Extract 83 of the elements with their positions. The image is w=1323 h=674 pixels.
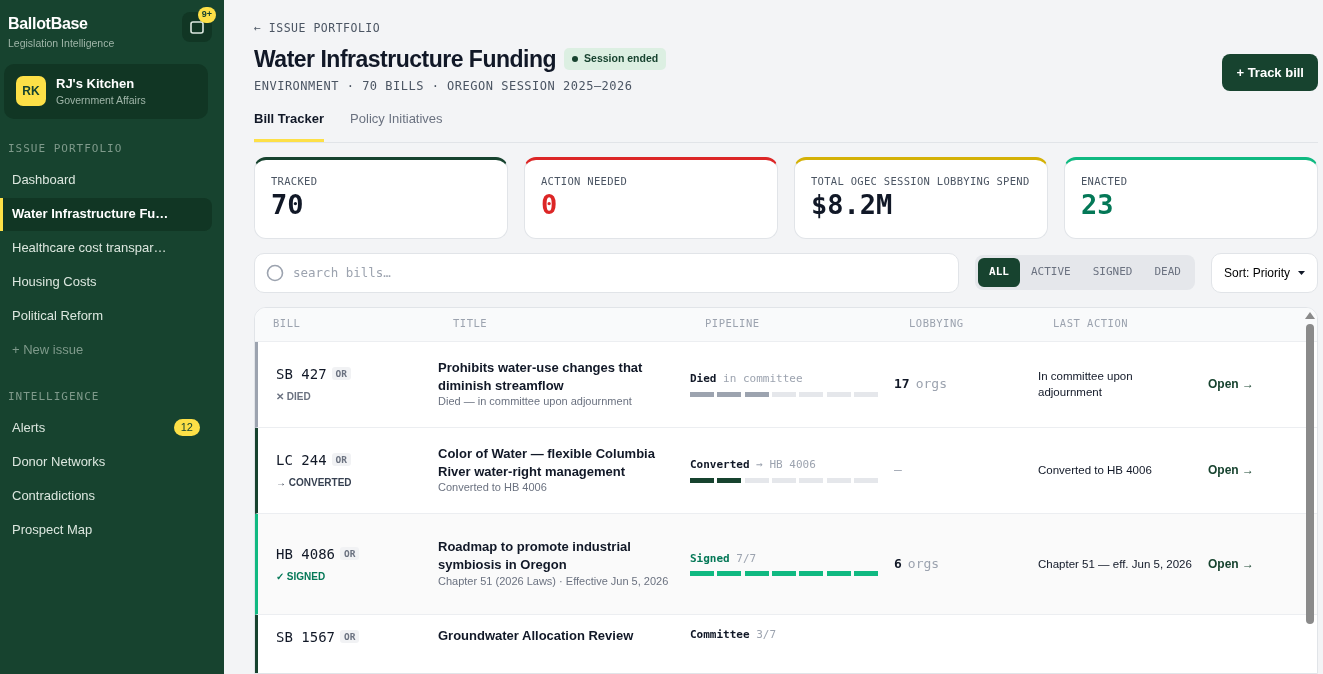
page-title: Water Infrastructure Funding	[254, 45, 557, 74]
status-label: ✓ SIGNED	[275, 569, 327, 584]
open-link[interactable]: Open →	[1208, 557, 1254, 571]
avatar-initials: RK	[16, 76, 46, 107]
bill-title: Groundwater Allocation Review	[438, 626, 635, 645]
bill-number: SB 427 $^{OR}$	[258, 364, 438, 386]
brand-tagline: Legislation Intelligence	[8, 36, 115, 51]
new-issue-link[interactable]: + New issue	[0, 333, 212, 367]
sidebar-item[interactable]: Contradictions	[0, 479, 212, 512]
sidebar-item[interactable]: Political Reform	[0, 299, 212, 333]
sidebar-item[interactable]: Water Infrastructure Fu…	[0, 197, 212, 231]
tab[interactable]: Bill Tracker	[254, 109, 325, 142]
search-icon	[266, 263, 284, 282]
count-badge: 12	[173, 419, 200, 436]
column-header: TITLE	[452, 316, 489, 332]
column-header: PIPELINE	[704, 316, 761, 332]
stat-label: ENACTED	[1081, 173, 1129, 189]
bill-number: LC 244 $^{OR}$	[258, 450, 438, 472]
stat-label: ACTION NEEDED	[541, 173, 629, 189]
pipeline-stage: Committee 3/7	[690, 626, 778, 643]
pipeline-stage: Converted → HB 4006	[690, 457, 817, 474]
sidebar-item[interactable]: Alerts 12	[0, 411, 212, 444]
track-bill-button[interactable]: + Track bill	[1222, 53, 1318, 92]
last-action: In committee upon adjournment	[1038, 369, 1134, 401]
issue-meta: ENVIRONMENT · 70 BILLS · OREGON SESSION 2025–2026	[254, 78, 634, 96]
bill-title: Prohibits water-use changes that diminish streamflow	[438, 359, 644, 395]
tab[interactable]: Policy Initiatives	[350, 109, 443, 142]
column-header: BILL	[272, 316, 302, 332]
bill-subtitle: Converted to HB 4006	[438, 480, 548, 496]
sidebar-item[interactable]: Healthcare cost transpar…	[0, 231, 212, 265]
status-label: → CONVERTED	[275, 476, 353, 491]
bill-subtitle: Died — in committee upon adjournment	[438, 394, 633, 410]
stat-value: $8.2M	[811, 189, 894, 222]
account-card[interactable]: RK RJ's Kitchen Government Affairs	[4, 63, 208, 119]
filter-tab[interactable]: DEAD	[1143, 258, 1192, 287]
square-icon	[189, 19, 205, 35]
last-action: Chapter 51 — eff. Jun 5, 2026	[1038, 556, 1193, 572]
lobbying-count: 17 orgs	[894, 375, 948, 394]
bill-title: Color of Water — flexible Columbia River water-right management	[438, 445, 656, 481]
state-tag: OR	[340, 546, 360, 560]
stat-label: TOTAL OGEC SESSION LOBBYING SPEND	[811, 173, 1031, 189]
back-link[interactable]: ← ISSUE PORTFOLIO	[254, 21, 381, 35]
stat-label: TRACKED	[271, 173, 319, 189]
filter-tab[interactable]: SIGNED	[1081, 258, 1144, 287]
scrollbar-thumb[interactable]	[1306, 323, 1314, 624]
sidebar-item[interactable]: Housing Costs	[0, 265, 212, 299]
lobbying-count: —	[894, 461, 903, 480]
scroll-up-icon[interactable]	[1305, 311, 1315, 319]
sidebar-item[interactable]: Donor Networks	[0, 445, 212, 478]
section-heading: ISSUE PORTFOLIO	[7, 141, 124, 157]
account-role: Government Affairs	[56, 93, 146, 109]
bill-subtitle: Chapter 51 (2026 Laws) · Effective Jun 5, 2026	[438, 573, 670, 589]
open-link[interactable]: Open →	[1208, 377, 1254, 392]
sort-dropdown[interactable]: Sort: Priority	[1211, 252, 1318, 293]
pipeline-stage: Died in committee	[690, 371, 804, 388]
bill-title: Roadmap to promote industrial symbiosis in Oregon	[438, 538, 632, 574]
notification-count: 9+	[197, 7, 216, 23]
bill-number: HB 4086 $^{OR}$	[258, 543, 438, 565]
column-header: LAST ACTION	[1052, 316, 1130, 332]
lobbying-count: 6 orgs	[894, 555, 941, 573]
sidebar-item[interactable]: Dashboard	[0, 163, 212, 197]
filter-tab[interactable]: ALL	[978, 258, 1020, 287]
column-header: LOBBYING	[908, 316, 965, 332]
state-tag: OR	[331, 367, 352, 381]
bill-number: SB 1567 $^{OR}$	[258, 626, 438, 648]
stat-value: 70	[271, 189, 305, 222]
pipeline-stage: Signed 7/7	[690, 551, 758, 567]
caret-icon	[1298, 270, 1305, 275]
account-name: RJ's Kitchen	[56, 74, 136, 93]
last-action: Converted to HB 4006	[1038, 463, 1153, 479]
sidebar-item[interactable]: Prospect Map	[0, 513, 212, 546]
notification-button[interactable]	[182, 12, 212, 42]
state-tag: OR	[340, 629, 360, 643]
brand-name: BallotBase	[8, 14, 89, 34]
stat-value: 0	[541, 189, 559, 222]
state-tag: OR	[331, 453, 352, 467]
filter-tab[interactable]: ACTIVE	[1020, 258, 1082, 287]
status-pill: Session ended	[564, 48, 667, 71]
stat-value: 23	[1081, 189, 1115, 222]
search-field[interactable]: search bills…	[254, 252, 960, 293]
open-link[interactable]: Open →	[1208, 463, 1254, 478]
section-heading: INTELLIGENCE	[7, 388, 101, 405]
status-label: ✕ DIED	[275, 390, 312, 405]
